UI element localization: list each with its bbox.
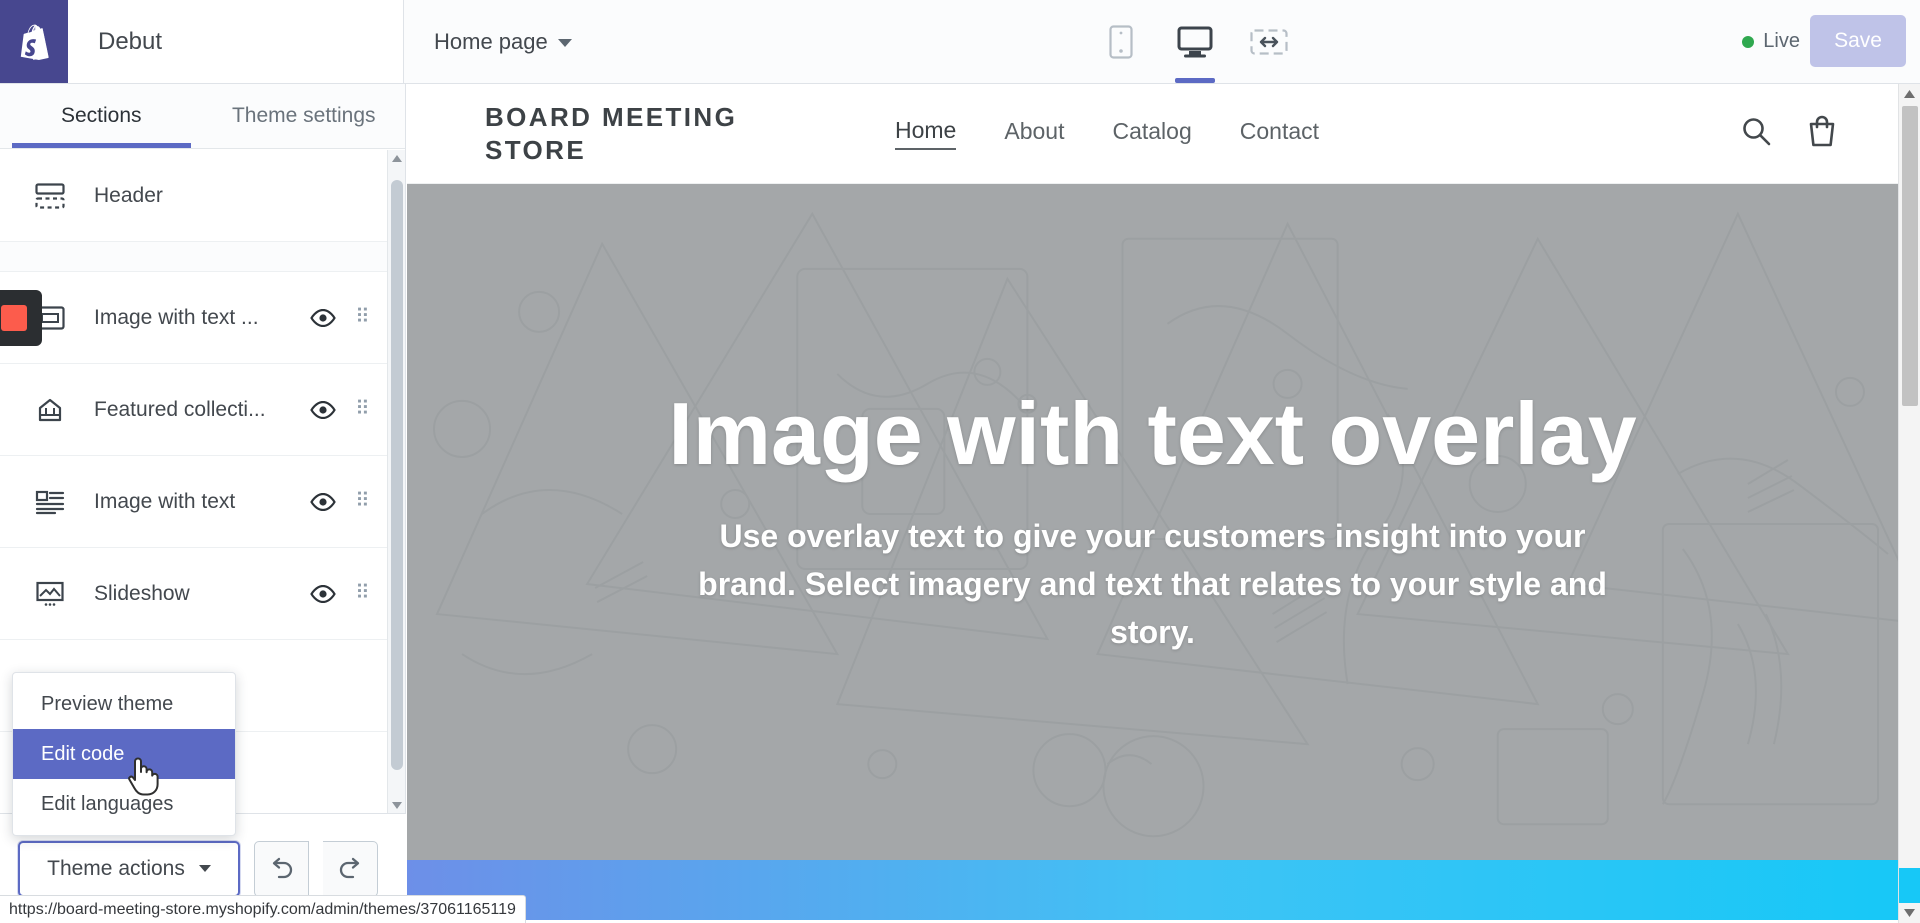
store-header: BOARD MEETING STORE Home About Catalog C… [407,84,1898,184]
scroll-down-icon[interactable] [1899,903,1920,923]
nav-link-home[interactable]: Home [895,117,957,150]
page-selector-label: Home page [434,28,548,54]
store-preview-iframe: BOARD MEETING STORE Home About Catalog C… [407,84,1898,923]
save-button[interactable]: Save [1810,15,1906,67]
store-logo[interactable]: BOARD MEETING STORE [485,101,815,166]
chevron-down-icon [557,39,572,47]
theme-actions-button[interactable]: Theme actions [18,840,240,897]
sidebar-item-label: Featured collecti... [94,397,266,421]
tab-sections[interactable]: Sections [0,84,203,148]
badge-square-icon [1,304,27,331]
scroll-down-icon[interactable] [388,797,405,813]
visibility-toggle-icon[interactable] [303,584,343,603]
nav-link-catalog[interactable]: Catalog [1112,118,1191,149]
sidebar-item-label: Header [94,183,163,207]
preview-scrollbar-thumb[interactable] [1902,106,1918,406]
sidebar-item-label: Image with text [94,489,236,513]
hero-subtitle: Use overlay text to give your customers … [698,518,1607,651]
device-toggle-mobile[interactable] [1095,0,1147,83]
store-header-actions [1740,114,1838,153]
device-toggle-full-width[interactable] [1243,0,1295,83]
drag-handle-icon[interactable]: ⠿ [343,399,383,419]
header-layout-icon [30,182,70,209]
preview-scrollbar[interactable] [1898,84,1920,923]
top-bar: Debut Home page Live Save [0,0,1920,84]
sidebar-scrollbar[interactable] [387,150,405,813]
sidebar-item-image-with-text-overlay[interactable]: Image with text ... ⠿ [0,272,405,364]
drag-handle-icon[interactable]: ⠿ [343,583,383,603]
slideshow-icon [30,581,70,607]
hero-title: Image with text overlay [668,383,1637,483]
mouse-cursor-pointer-icon [125,754,159,801]
visibility-toggle-icon[interactable] [303,492,343,511]
device-toggle-group [1095,0,1295,83]
menu-item-edit-code[interactable]: Edit code [13,729,235,779]
menu-item-preview-theme[interactable]: Preview theme [13,679,235,729]
theme-actions-context-menu: Preview theme Edit code Edit languages [12,672,236,836]
chevron-down-icon [198,865,211,872]
sidebar-item-label: Image with text ... [94,305,259,329]
sidebar-scrollbar-thumb[interactable] [391,180,403,770]
active-indicator [1175,78,1215,83]
nav-link-about[interactable]: About [1004,118,1064,149]
theme-name-container: Debut [68,0,404,83]
hero-image-with-text-overlay[interactable]: Image with text overlay Use overlay text… [407,184,1898,860]
selected-section-badge [0,289,42,346]
sidebar-item-slideshow[interactable]: Slideshow ⠿ [0,548,405,640]
device-toggle-desktop[interactable] [1169,0,1221,83]
next-section-strip [407,860,1898,920]
drag-handle-icon[interactable]: ⠿ [343,491,383,511]
visibility-toggle-icon[interactable] [303,308,343,327]
list-divider [0,242,405,272]
status-badge: Live [1742,0,1800,83]
live-status-label: Live [1763,30,1800,52]
nav-link-contact[interactable]: Contact [1240,118,1319,149]
store-nav: Home About Catalog Contact [895,117,1319,150]
menu-item-edit-languages[interactable]: Edit languages [13,779,235,829]
cart-icon[interactable] [1806,114,1838,153]
shopify-bag-icon[interactable] [0,0,68,83]
image-with-text-icon [30,489,70,515]
page-selector[interactable]: Home page [404,0,572,83]
drag-handle-icon[interactable]: ⠿ [343,307,383,327]
scroll-up-icon[interactable] [388,150,405,166]
sidebar-item-featured-collection[interactable]: Featured collecti... ⠿ [0,364,405,456]
tab-theme-settings[interactable]: Theme settings [203,84,406,148]
visibility-toggle-icon[interactable] [303,400,343,419]
live-status-dot [1742,35,1755,48]
search-icon[interactable] [1740,115,1772,152]
redo-button[interactable] [323,840,378,897]
sidebar-tabs: Sections Theme settings [0,84,405,149]
scroll-up-icon[interactable] [1899,84,1920,104]
browser-status-bar-url: https://board-meeting-store.myshopify.co… [0,895,526,923]
sidebar-item-header[interactable]: Header [0,150,405,242]
sidebar-item-label: Slideshow [94,581,190,605]
theme-actions-label: Theme actions [47,856,185,880]
featured-collection-icon [30,397,70,423]
hero-content: Image with text overlay Use overlay text… [407,184,1898,860]
sidebar-item-image-with-text[interactable]: Image with text ⠿ [0,456,405,548]
shopify-theme-editor: Debut Home page Live Save Sections Theme… [0,0,1920,923]
undo-button[interactable] [254,840,309,897]
theme-name: Debut [98,27,163,55]
preview-edge-accent [1899,868,1920,903]
